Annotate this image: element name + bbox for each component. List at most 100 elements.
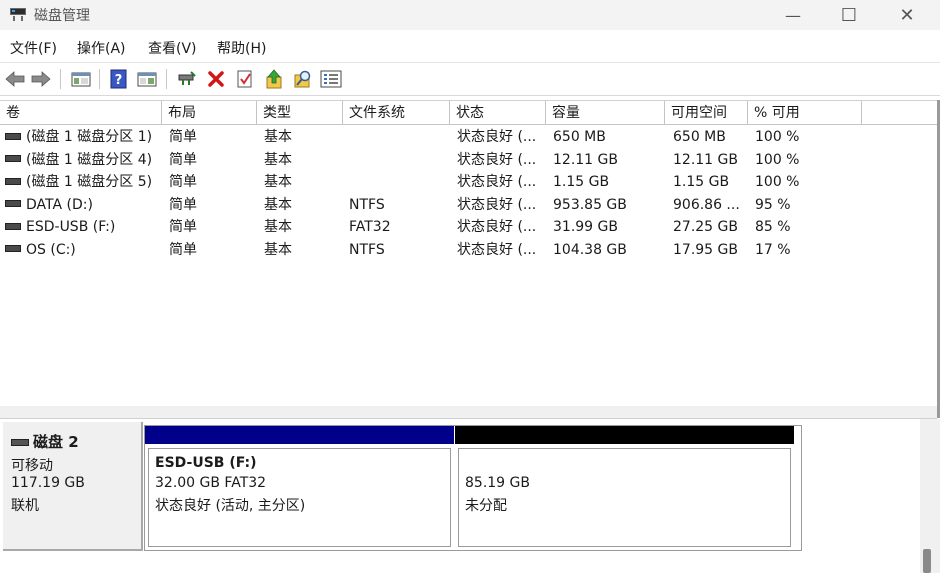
connect-disk-icon: [178, 71, 196, 85]
cell-layout: 简单: [169, 241, 197, 258]
unallocated-status: 未分配: [465, 498, 507, 514]
cell-layout: 简单: [169, 151, 197, 168]
show-hide-console-tree-button[interactable]: [70, 68, 92, 90]
cell-name: (磁盘 1 磁盘分区 1): [5, 126, 152, 148]
svg-text:?: ?: [115, 73, 123, 88]
cell-free: 1.15 GB: [673, 174, 730, 190]
column-header-percent-free[interactable]: % 可用: [748, 101, 862, 125]
connect-disk-button[interactable]: [176, 68, 198, 90]
partition-box: 85.19 GB 未分配: [458, 448, 791, 547]
cell-status: 状态良好 (...: [457, 174, 537, 190]
cell-fs: NTFS: [349, 241, 385, 258]
unallocated-size: 85.19 GB: [465, 475, 530, 491]
column-header-capacity[interactable]: 容量: [546, 101, 665, 125]
table-row[interactable]: ESD-USB (F:) 简单 基本 FAT32 状态良好 (... 31.99 GB 27…: [0, 216, 937, 238]
window-title: 磁盘管理: [34, 8, 90, 24]
forward-button[interactable]: [30, 68, 52, 90]
pane-splitter[interactable]: [0, 406, 937, 419]
back-button[interactable]: [4, 68, 26, 90]
volume-name: ESD-USB (F:): [26, 219, 116, 235]
table-row[interactable]: (磁盘 1 磁盘分区 5) 简单 基本 状态良好 (... 1.15 GB 1.15 GB…: [0, 171, 937, 193]
cell-fs: NTFS: [349, 196, 385, 213]
partition-map: ESD-USB (F:) 32.00 GB FAT32 状态良好 (活动, 主分…: [144, 425, 802, 551]
cell-name: (磁盘 1 磁盘分区 5): [5, 171, 152, 193]
volume-name: (磁盘 1 磁盘分区 5): [26, 174, 153, 190]
search-button[interactable]: [292, 68, 314, 90]
menu-view[interactable]: 查看(V): [148, 38, 197, 58]
cell-layout: 简单: [169, 196, 197, 213]
column-header-type[interactable]: 类型: [257, 101, 343, 125]
cell-capacity: 31.99 GB: [553, 219, 618, 235]
title-bar: 磁盘管理 — ☐ ✕: [0, 0, 940, 30]
cell-capacity: 12.11 GB: [553, 151, 618, 168]
toolbar-separator: [99, 69, 100, 89]
delete-button[interactable]: [205, 68, 227, 90]
volume-icon: [5, 132, 21, 140]
menu-file[interactable]: 文件(F): [10, 38, 57, 58]
cell-type: 基本: [264, 129, 292, 145]
cell-pct: 100 %: [755, 174, 800, 190]
unallocated-bar: [455, 426, 794, 444]
minimize-button[interactable]: —: [770, 0, 816, 30]
close-button[interactable]: ✕: [884, 0, 930, 30]
partition-unallocated[interactable]: 85.19 GB 未分配: [455, 426, 794, 550]
column-header-free-space[interactable]: 可用空间: [665, 101, 748, 125]
table-row[interactable]: OS (C:) 简单 基本 NTFS 状态良好 (... 104.38 GB 17.95 G…: [0, 239, 937, 261]
check-button[interactable]: [234, 68, 256, 90]
cell-capacity: 650 MB: [553, 129, 606, 145]
partition-esd-usb[interactable]: ESD-USB (F:) 32.00 GB FAT32 状态良好 (活动, 主分…: [145, 426, 454, 550]
cell-name: (磁盘 1 磁盘分区 4): [5, 149, 152, 171]
disk-title: 磁盘 2: [11, 431, 79, 452]
column-header-empty: [862, 101, 937, 125]
cell-type: 基本: [264, 196, 292, 213]
cell-name: ESD-USB (F:): [5, 216, 115, 238]
volume-icon: [5, 245, 21, 252]
table-row[interactable]: (磁盘 1 磁盘分区 1) 简单 基本 状态良好 (... 650 MB 650 MB 10…: [0, 126, 937, 148]
properties-panel-button[interactable]: [136, 68, 158, 90]
volume-name: (磁盘 1 磁盘分区 4): [26, 151, 153, 168]
cell-status: 状态良好 (...: [457, 241, 537, 258]
help-button[interactable]: ?: [108, 68, 130, 90]
volume-icon: [5, 222, 21, 230]
cell-free: 650 MB: [673, 129, 726, 145]
cell-free: 12.11 GB: [673, 151, 738, 168]
volume-icon: [5, 155, 21, 162]
volume-name: (磁盘 1 磁盘分区 1): [26, 129, 153, 145]
disk-kind: 可移动: [11, 458, 53, 474]
table-row[interactable]: DATA (D:) 简单 基本 NTFS 状态良好 (... 953.85 GB 906.8…: [0, 194, 937, 216]
disk-info-panel[interactable]: 磁盘 2 可移动 117.19 GB 联机: [3, 422, 143, 551]
minimize-icon: —: [785, 5, 801, 25]
table-row[interactable]: (磁盘 1 磁盘分区 4) 简单 基本 状态良好 (... 12.11 GB 12.11 …: [0, 149, 937, 171]
cell-type: 基本: [264, 241, 292, 258]
partition-status: 状态良好 (活动, 主分区): [155, 498, 306, 514]
menu-bar: 文件(F) 操作(A) 查看(V) 帮助(H): [0, 34, 940, 60]
menu-help[interactable]: 帮助(H): [217, 38, 266, 58]
vertical-scrollbar[interactable]: [920, 419, 940, 573]
removable-disk-icon: [11, 439, 29, 446]
cell-free: 906.86 ...: [673, 196, 740, 213]
scrollbar-thumb[interactable]: [923, 549, 931, 573]
column-header-layout[interactable]: 布局: [162, 101, 257, 125]
list-view-button[interactable]: [320, 68, 342, 90]
disk-name: 磁盘 2: [33, 433, 79, 451]
toolbar-separator: [166, 69, 167, 89]
list-view-icon: [320, 70, 342, 88]
column-header-filesystem[interactable]: 文件系统: [343, 101, 450, 125]
back-arrow-icon: [5, 71, 25, 87]
menu-action[interactable]: 操作(A): [77, 38, 126, 58]
cell-pct: 100 %: [755, 151, 800, 168]
column-header-status[interactable]: 状态: [450, 101, 546, 125]
cell-type: 基本: [264, 219, 292, 235]
maximize-button[interactable]: ☐: [826, 0, 872, 30]
partition-size: 32.00 GB FAT32: [155, 475, 267, 491]
disk-state: 联机: [11, 498, 39, 514]
cell-capacity: 953.85 GB: [553, 196, 627, 213]
up-level-button[interactable]: [263, 68, 285, 90]
cell-pct: 85 %: [755, 219, 791, 235]
cell-name: OS (C:): [5, 239, 76, 261]
cell-status: 状态良好 (...: [457, 219, 537, 235]
cell-pct: 100 %: [755, 129, 800, 145]
up-arrow-icon: [266, 69, 282, 89]
column-header-volume[interactable]: 卷: [0, 101, 162, 125]
properties-panel-icon: [137, 72, 157, 87]
